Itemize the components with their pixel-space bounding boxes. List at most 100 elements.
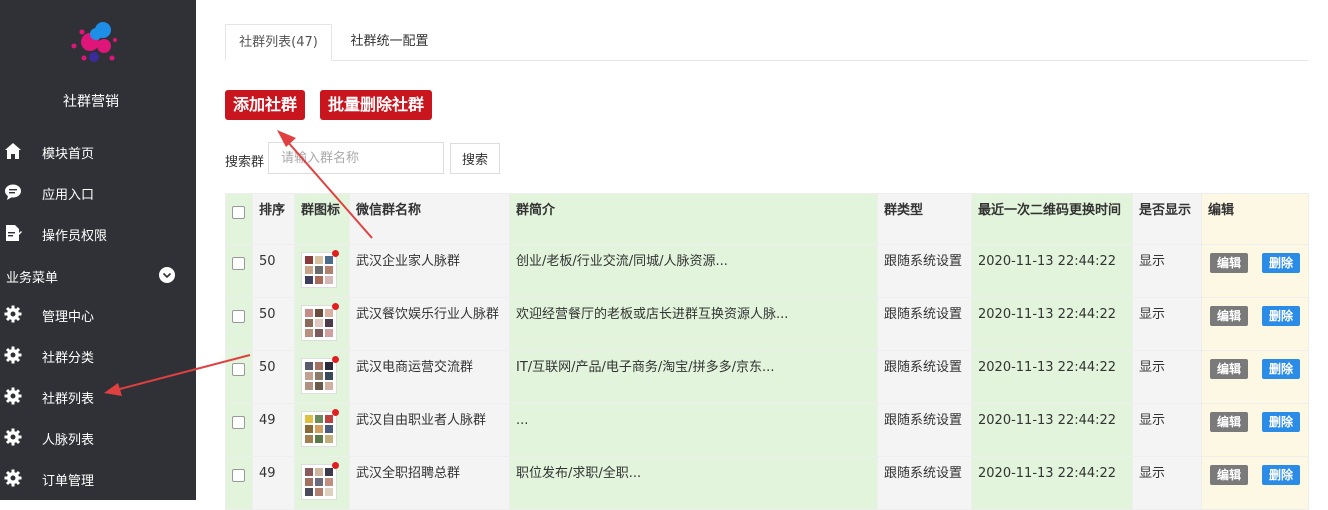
table-body: 50 武汉企业家人脉群 创业/老板/行业交流/同城/人脉资源... 跟随系统设置 202… xyxy=(225,244,1309,510)
row-select-cell xyxy=(225,403,253,457)
sidebar-item-order-management[interactable]: 订单管理 xyxy=(0,461,196,495)
sidebar-item-label: 订单管理 xyxy=(42,474,95,489)
sidebar-section-business-menu[interactable]: 业务菜单 xyxy=(0,262,196,290)
group-intro-cell: 职位发布/求职/全职... xyxy=(509,456,878,510)
row-checkbox[interactable] xyxy=(232,257,245,270)
column-header: 是否显示 xyxy=(1132,193,1202,245)
search-label: 搜索群 xyxy=(225,155,265,170)
tab-group-config[interactable]: 社群统一配置 xyxy=(332,24,447,60)
group-avatar xyxy=(301,250,339,288)
visibility-cell: 显示 xyxy=(1132,456,1202,510)
column-header: 最近一次二维码更换时间 xyxy=(971,193,1133,245)
visibility-cell: 显示 xyxy=(1132,244,1202,298)
gear-icon xyxy=(4,387,22,405)
group-intro-cell: 创业/老板/行业交流/同城/人脉资源... xyxy=(509,244,878,298)
sidebar-item-management-center[interactable]: 管理中心 xyxy=(0,297,196,331)
group-name-cell: 武汉全职招聘总群 xyxy=(349,456,510,510)
row-checkbox[interactable] xyxy=(232,363,245,376)
group-type-cell: 跟随系统设置 xyxy=(877,244,972,298)
table-row: 49 武汉自由职业者人脉群... 跟随系统设置 2020-11-13 22:44:22… xyxy=(225,403,1309,457)
qr-update-time-cell: 2020-11-13 22:44:22 xyxy=(971,403,1133,457)
document-edit-icon xyxy=(6,225,22,241)
actions-cell: 编辑 删除 xyxy=(1201,403,1309,457)
sidebar-item-label: 操作员权限 xyxy=(42,229,108,244)
actions-cell: 编辑 删除 xyxy=(1201,350,1309,404)
group-avatar xyxy=(301,356,339,394)
qr-update-time-cell: 2020-11-13 22:44:22 xyxy=(971,297,1133,351)
sidebar: 社群营销 模块首页 应用入口 操作员权限 业务菜单 管理中心 社群分类 社群列表… xyxy=(0,0,196,500)
group-icon-cell xyxy=(294,244,350,298)
group-type-cell: 跟随系统设置 xyxy=(877,350,972,404)
table-row: 50 武汉电商运营交流群 IT/互联网/产品/电子商务/淘宝/拼多多/京东... 跟随… xyxy=(225,350,1309,404)
sidebar-item-label: 模块首页 xyxy=(42,147,95,162)
sort-cell: 50 xyxy=(252,350,295,404)
sidebar-item-group-category[interactable]: 社群分类 xyxy=(0,338,196,372)
delete-button[interactable]: 删除 xyxy=(1262,359,1300,379)
delete-button[interactable]: 删除 xyxy=(1262,465,1300,485)
qr-update-time-cell: 2020-11-13 22:44:22 xyxy=(971,456,1133,510)
delete-button[interactable]: 删除 xyxy=(1262,412,1300,432)
chevron-down-icon[interactable] xyxy=(159,267,175,283)
group-name-cell: 武汉自由职业者人脉群 xyxy=(349,403,510,457)
group-name-cell: 武汉企业家人脉群 xyxy=(349,244,510,298)
select-all-cell xyxy=(225,193,253,245)
group-avatar xyxy=(301,409,339,447)
sidebar-item-operator-permissions[interactable]: 操作员权限 xyxy=(0,216,196,250)
edit-button[interactable]: 编辑 xyxy=(1210,359,1248,379)
edit-button[interactable]: 编辑 xyxy=(1210,412,1248,432)
add-group-button[interactable]: 添加社群 xyxy=(225,90,306,120)
delete-button[interactable]: 删除 xyxy=(1262,306,1300,326)
table-header-row: 排序 群图标 微信群名称 群简介 群类型 最近一次二维码更换时间 是否显示 编辑 xyxy=(225,193,1309,245)
qr-update-time-cell: 2020-11-13 22:44:22 xyxy=(971,244,1133,298)
visibility-cell: 显示 xyxy=(1132,350,1202,404)
edit-button[interactable]: 编辑 xyxy=(1210,306,1248,326)
sidebar-item-label: 应用入口 xyxy=(42,188,95,203)
column-header: 编辑 xyxy=(1201,193,1309,245)
gear-icon xyxy=(4,428,22,446)
search-input[interactable] xyxy=(268,142,444,174)
sidebar-item-label: 社群列表 xyxy=(42,392,95,407)
sidebar-item-contacts-list[interactable]: 人脉列表 xyxy=(0,420,196,454)
sort-cell: 50 xyxy=(252,297,295,351)
sidebar-item-label: 管理中心 xyxy=(42,310,95,325)
delete-button[interactable]: 删除 xyxy=(1262,253,1300,273)
gear-icon xyxy=(4,305,22,323)
brand-title: 社群营销 xyxy=(63,94,119,110)
table-row: 50 武汉餐饮娱乐行业人脉群 欢迎经营餐厅的老板或店长进群互换资源人脉... 跟随系统… xyxy=(225,297,1309,351)
app-logo xyxy=(71,22,117,62)
row-checkbox[interactable] xyxy=(232,310,245,323)
sidebar-item-group-list[interactable]: 社群列表 xyxy=(0,379,196,413)
group-name-cell: 武汉餐饮娱乐行业人脉群 xyxy=(349,297,510,351)
group-icon-cell xyxy=(294,403,350,457)
search-button[interactable]: 搜索 xyxy=(450,143,500,174)
row-select-cell xyxy=(225,297,253,351)
sidebar-item-label: 人脉列表 xyxy=(42,433,95,448)
actions-cell: 编辑 删除 xyxy=(1201,244,1309,298)
group-icon-cell xyxy=(294,350,350,404)
group-avatar xyxy=(301,303,339,341)
visibility-cell: 显示 xyxy=(1132,297,1202,351)
home-icon xyxy=(5,143,21,159)
group-icon-cell xyxy=(294,456,350,510)
edit-button[interactable]: 编辑 xyxy=(1210,465,1248,485)
table-row: 50 武汉企业家人脉群 创业/老板/行业交流/同城/人脉资源... 跟随系统设置 202… xyxy=(225,244,1309,298)
group-intro-cell: IT/互联网/产品/电子商务/淘宝/拼多多/京东... xyxy=(509,350,878,404)
sidebar-item-label: 社群分类 xyxy=(42,351,95,366)
select-all-checkbox[interactable] xyxy=(232,206,245,219)
group-intro-cell: 欢迎经营餐厅的老板或店长进群互换资源人脉... xyxy=(509,297,878,351)
tab-group-list[interactable]: 社群列表(47) xyxy=(225,24,332,61)
row-checkbox[interactable] xyxy=(232,416,245,429)
group-avatar xyxy=(301,462,339,500)
sidebar-item-home[interactable]: 模块首页 xyxy=(0,134,196,168)
row-checkbox[interactable] xyxy=(232,469,245,482)
edit-button[interactable]: 编辑 xyxy=(1210,253,1248,273)
table-row: 49 武汉全职招聘总群 职位发布/求职/全职... 跟随系统设置 2020-11-13 … xyxy=(225,456,1309,510)
visibility-cell: 显示 xyxy=(1132,403,1202,457)
batch-delete-button[interactable]: 批量删除社群 xyxy=(320,90,433,120)
sidebar-section-label: 业务菜单 xyxy=(6,271,59,286)
group-name-cell: 武汉电商运营交流群 xyxy=(349,350,510,404)
sidebar-item-app-entry[interactable]: 应用入口 xyxy=(0,175,196,209)
gear-icon xyxy=(4,346,22,364)
column-header: 微信群名称 xyxy=(349,193,510,245)
group-type-cell: 跟随系统设置 xyxy=(877,456,972,510)
